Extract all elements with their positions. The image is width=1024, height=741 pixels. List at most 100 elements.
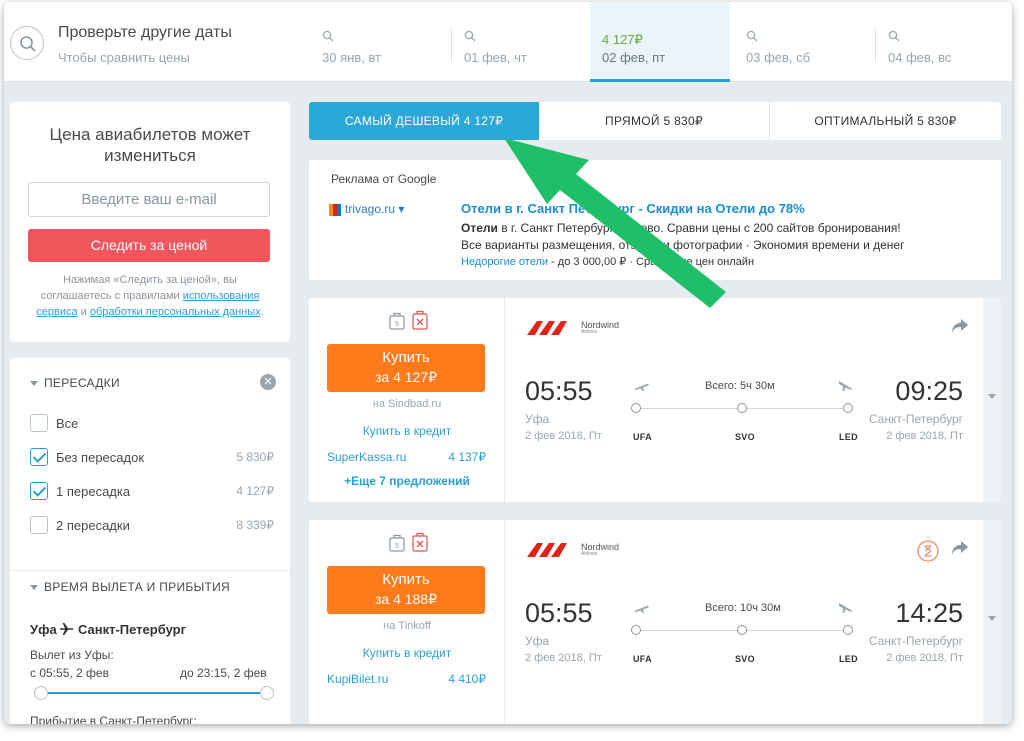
stops-option-all[interactable]: Все bbox=[30, 414, 274, 434]
departure-date: 2 фев 2018, Пт bbox=[525, 652, 602, 664]
svg-text:5: 5 bbox=[395, 543, 399, 550]
baggage-icons: 5 bbox=[389, 532, 429, 557]
price-alert-title: Цена авиабилетов может изменитьcя bbox=[49, 125, 251, 165]
price-alert-panel: Цена авиабилетов может изменитьcя Следит… bbox=[10, 102, 290, 342]
ad-sitelink[interactable]: Недорогие отели bbox=[461, 256, 548, 268]
other-dates-title: Проверьте другие даты bbox=[58, 24, 232, 41]
stops-option-price: 5 830₽ bbox=[236, 450, 274, 464]
hand-luggage-icon: 5 bbox=[389, 312, 405, 330]
buy-button-label: Купить bbox=[382, 571, 430, 588]
flight-details[interactable]: Nordwind Airlines 05:55 09:25 Всего: 5ч … bbox=[505, 298, 983, 502]
share-icon[interactable] bbox=[951, 318, 969, 334]
app-window: Проверьте другие даты Чтобы сравнить цен… bbox=[4, 2, 1012, 724]
trivago-icon bbox=[329, 203, 341, 216]
note-text: . bbox=[260, 306, 264, 318]
time-filter-title: ВРЕМЯ ВЫЛЕТА И ПРИБЫТИЯ bbox=[44, 580, 231, 594]
route-to: Санкт-Петербург bbox=[77, 622, 186, 637]
buy-button[interactable]: Купить за 4 127₽ bbox=[327, 344, 485, 392]
other-dates-promo[interactable]: Проверьте другие даты Чтобы сравнить цен… bbox=[10, 18, 300, 68]
route-point bbox=[737, 403, 747, 413]
departure-slider-max-handle[interactable] bbox=[260, 686, 274, 700]
checkbox[interactable] bbox=[30, 448, 48, 466]
date-label: 03 фев, сб bbox=[746, 50, 811, 65]
date-label: 04 фев, вс bbox=[888, 50, 952, 65]
departure-city: Уфа bbox=[525, 412, 550, 426]
stops-option-label: Без пересадок bbox=[56, 450, 145, 465]
ad-line-3: Недорогие отели - до 3 000,00 ₽ · Сравне… bbox=[461, 255, 754, 268]
reset-filter-icon[interactable]: ✕ bbox=[260, 374, 276, 390]
airport-code: LED bbox=[839, 654, 858, 664]
ad-line-text: в г. Санкт Петербург дешево. Сравни цены… bbox=[497, 221, 901, 235]
hourglass-icon bbox=[917, 540, 939, 562]
buy-button-price: за 4 127₽ bbox=[374, 369, 438, 385]
stops-filter-header[interactable]: ПЕРЕСАДКИ bbox=[30, 376, 120, 390]
date-option-04-feb[interactable]: 04 фев, вс bbox=[876, 2, 1012, 82]
baggage-icons: 5 bbox=[389, 310, 429, 335]
more-offers-link[interactable]: +Еще 7 предложений bbox=[309, 474, 505, 488]
stops-option-direct[interactable]: Без пересадок 5 830₽ bbox=[30, 448, 274, 468]
stops-option-label: 1 пересадка bbox=[56, 484, 131, 499]
departure-label: Вылет из Уфы: bbox=[30, 648, 114, 662]
buy-button[interactable]: Купить за 4 188₽ bbox=[327, 566, 485, 614]
departure-time: 05:55 bbox=[525, 598, 593, 628]
flight-duration: Всего: 5ч 30м bbox=[705, 380, 775, 392]
share-icon[interactable] bbox=[951, 540, 969, 556]
track-price-button[interactable]: Следить за ценой bbox=[28, 229, 270, 262]
arrival-date: 2 фев 2018, Пт bbox=[886, 430, 963, 442]
takeoff-icon bbox=[634, 605, 649, 613]
other-dates-subtitle: Чтобы сравнить цены bbox=[58, 50, 190, 65]
search-icon bbox=[746, 29, 758, 47]
flight-details[interactable]: Nordwind Airlines 05:55 14:25 Всего: 10ч… bbox=[505, 520, 983, 724]
departure-slider-track[interactable] bbox=[40, 692, 266, 694]
stops-option-label: 2 пересадки bbox=[56, 518, 130, 533]
alt-agent-price[interactable]: 4 410₽ bbox=[448, 672, 486, 686]
arrival-date: 2 фев 2018, Пт bbox=[886, 652, 963, 664]
date-option-02-feb[interactable]: 4 127₽ 02 фев, пт bbox=[590, 2, 730, 82]
email-input[interactable] bbox=[28, 182, 270, 217]
tab-direct[interactable]: ПРЯМОЙ 5 830₽ bbox=[539, 102, 769, 140]
date-option-03-feb[interactable]: 03 фев, сб bbox=[734, 2, 876, 82]
sort-tabs: САМЫЙ ДЕШЕВЫЙ 4 127₽ ПРЯМОЙ 5 830₽ ОПТИМ… bbox=[309, 102, 1001, 140]
route-point bbox=[737, 625, 747, 635]
alt-agent-link[interactable]: KupiBilet.ru bbox=[327, 672, 388, 686]
chevron-down-icon bbox=[30, 381, 38, 387]
arrival-city: Санкт-Петербург bbox=[868, 412, 963, 426]
advertiser-logo[interactable]: trivago.ru ▾ bbox=[329, 202, 404, 216]
ad-label: Реклама от Google bbox=[331, 172, 437, 186]
credit-link[interactable]: Купить в кредит bbox=[309, 424, 505, 438]
route-point bbox=[631, 625, 641, 635]
tab-cheapest[interactable]: САМЫЙ ДЕШЕВЫЙ 4 127₽ bbox=[309, 102, 539, 140]
ad-line-text: - до 3 000,00 ₽ · Сравнение цен онлайн bbox=[548, 256, 755, 268]
advertiser-name: trivago.ru ▾ bbox=[345, 202, 405, 216]
svg-text:5: 5 bbox=[395, 321, 399, 328]
stops-option-one[interactable]: 1 пересадка 4 127₽ bbox=[30, 482, 274, 502]
alt-agent-link[interactable]: SuperKassa.ru bbox=[327, 450, 406, 464]
stops-filter-title: ПЕРЕСАДКИ bbox=[44, 376, 120, 390]
time-filter-header[interactable]: ВРЕМЯ ВЫЛЕТА И ПРИБЫТИЯ bbox=[30, 580, 230, 594]
expand-card-button[interactable] bbox=[983, 520, 1001, 724]
landing-icon bbox=[839, 381, 852, 391]
price-alert-note: Нажимая «Следить за ценой», вы соглашает… bbox=[32, 272, 268, 320]
date-option-30-jan[interactable]: 30 янв, вт bbox=[310, 2, 452, 82]
filters-panel: ПЕРЕСАДКИ ✕ Все Без пересадок 5 830₽ 1 п… bbox=[10, 358, 290, 724]
checkbox[interactable] bbox=[30, 414, 48, 432]
offer-column: 5 Купить за 4 188₽ на Tinkoff Купить в к… bbox=[309, 520, 505, 724]
departure-slider-min-handle[interactable] bbox=[34, 686, 48, 700]
offer-column: 5 Купить за 4 127₽ на Sindbad.ru Купить … bbox=[309, 298, 505, 502]
nordwind-logo-icon bbox=[527, 543, 567, 557]
privacy-link[interactable]: обработки персональных данных bbox=[90, 306, 261, 318]
ad-headline[interactable]: Отели в г. Санкт Петербург - Скидки на О… bbox=[461, 201, 805, 216]
departure-range-to: до 23:15, 2 фев bbox=[180, 666, 267, 680]
date-option-01-feb[interactable]: 01 фев, чт bbox=[452, 2, 594, 82]
tab-optimal[interactable]: ОПТИМАЛЬНЫЙ 5 830₽ bbox=[770, 102, 1001, 140]
checkbox[interactable] bbox=[30, 516, 48, 534]
stops-option-price: 4 127₽ bbox=[236, 484, 274, 498]
arrival-city: Санкт-Петербург bbox=[868, 634, 963, 648]
checkbox[interactable] bbox=[30, 482, 48, 500]
credit-link[interactable]: Купить в кредит bbox=[309, 646, 505, 660]
stops-option-two[interactable]: 2 пересадки 8 339₽ bbox=[30, 516, 274, 536]
airport-code: UFA bbox=[633, 654, 652, 664]
alt-agent-price[interactable]: 4 137₽ bbox=[448, 450, 486, 464]
divider bbox=[10, 570, 290, 571]
expand-card-button[interactable] bbox=[983, 298, 1001, 502]
